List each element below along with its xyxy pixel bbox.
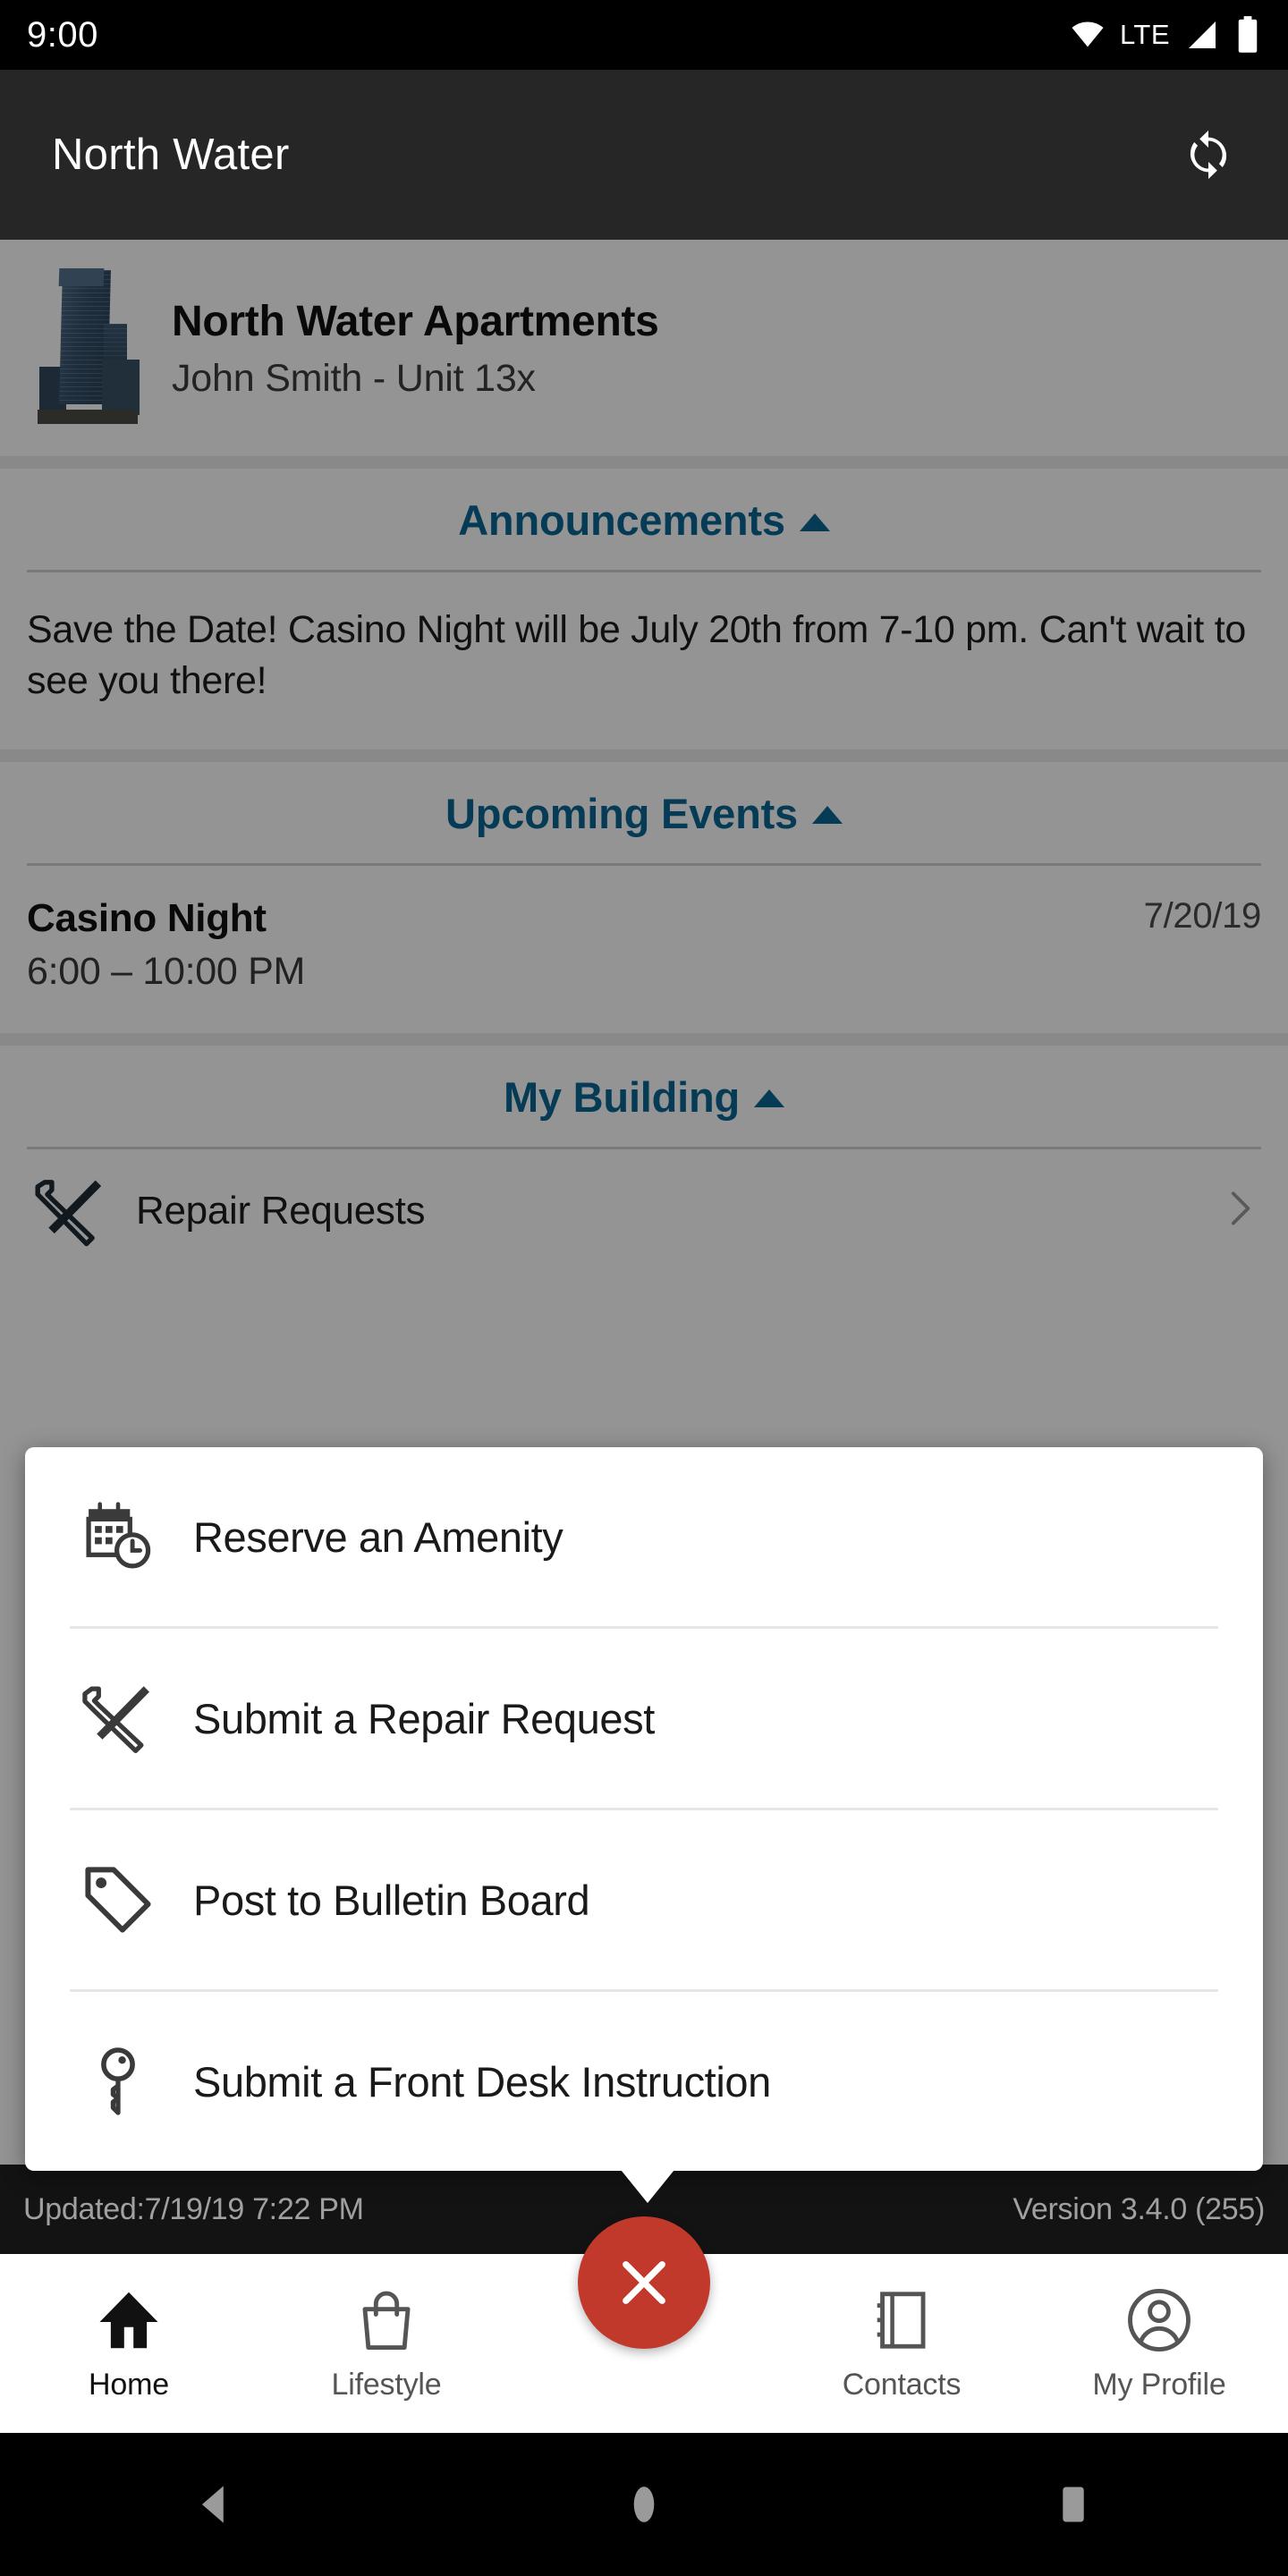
nav-item-lifestyle[interactable]: Lifestyle bbox=[258, 2285, 515, 2402]
recents-square-icon bbox=[1063, 2487, 1084, 2522]
wrench-screwdriver-icon bbox=[77, 1681, 159, 1756]
menu-item-front-desk-instruction[interactable]: Submit a Front Desk Instruction bbox=[25, 1992, 1263, 2171]
app-bar-title: North Water bbox=[52, 131, 290, 179]
back-triangle-icon bbox=[201, 2486, 224, 2523]
property-name: North Water Apartments bbox=[172, 298, 659, 345]
nav-item-label: Contacts bbox=[842, 2367, 962, 2402]
chevron-right-icon bbox=[1216, 1186, 1261, 1235]
menu-item-post-bulletin-board[interactable]: Post to Bulletin Board bbox=[25, 1810, 1263, 1989]
menu-item-label: Submit a Front Desk Instruction bbox=[193, 2057, 771, 2106]
calendar-clock-icon bbox=[77, 1499, 159, 1574]
property-header[interactable]: North Water Apartments John Smith - Unit… bbox=[0, 240, 1288, 456]
announcements-title: Announcements bbox=[458, 496, 785, 544]
menu-item-label: Submit a Repair Request bbox=[193, 1694, 655, 1742]
close-menu-fab[interactable] bbox=[578, 2216, 710, 2349]
cellular-signal-icon bbox=[1189, 21, 1216, 48]
app-bar-actions bbox=[1181, 127, 1236, 182]
menu-item-label: Post to Bulletin Board bbox=[193, 1876, 590, 1924]
android-back-button[interactable] bbox=[0, 2481, 429, 2528]
home-icon bbox=[99, 2292, 158, 2348]
shopping-bag-icon bbox=[362, 2291, 411, 2350]
wifi-icon bbox=[1072, 21, 1104, 47]
nav-item-label: Lifestyle bbox=[331, 2367, 442, 2402]
last-updated-label: Updated:7/19/19 7:22 PM bbox=[23, 2191, 364, 2226]
status-bar-icons: LTE bbox=[1070, 15, 1261, 55]
section-announcements: Announcements Save the Date! Casino Nigh… bbox=[0, 469, 1288, 750]
section-divider bbox=[0, 749, 1288, 762]
event-time: 6:00 – 10:00 PM bbox=[27, 949, 306, 993]
my-building-header[interactable]: My Building bbox=[0, 1046, 1288, 1147]
event-title: Casino Night bbox=[27, 895, 267, 940]
event-list-item[interactable]: Casino Night 6:00 – 10:00 PM 7/20/19 bbox=[0, 866, 1288, 1030]
app-version-label: Version 3.4.0 (255) bbox=[1013, 2191, 1265, 2226]
battery-icon bbox=[1238, 16, 1258, 53]
nav-item-label: My Profile bbox=[1092, 2367, 1226, 2402]
status-bar-clock: 9:00 bbox=[27, 14, 98, 55]
caret-up-icon[interactable] bbox=[811, 806, 843, 824]
menu-item-reserve-amenity[interactable]: Reserve an Amenity bbox=[25, 1447, 1263, 1626]
repair-requests-label: Repair Requests bbox=[136, 1188, 426, 1233]
android-home-button[interactable] bbox=[429, 2481, 859, 2528]
network-type-label: LTE bbox=[1119, 19, 1170, 50]
nav-item-my-profile[interactable]: My Profile bbox=[1030, 2285, 1288, 2402]
announcement-text: Save the Date! Casino Night will be July… bbox=[27, 608, 1246, 702]
refresh-sync-icon[interactable] bbox=[1181, 127, 1236, 182]
section-my-building: My Building Repair Requests bbox=[0, 1045, 1288, 1276]
close-x-icon bbox=[623, 2261, 665, 2304]
upcoming-events-header[interactable]: Upcoming Events bbox=[0, 762, 1288, 863]
nav-item-label: Home bbox=[89, 2367, 169, 2402]
event-date: 7/20/19 bbox=[1143, 895, 1262, 936]
resident-unit: John Smith - Unit 13x bbox=[172, 357, 536, 400]
quick-action-popup-menu: Reserve an Amenity Submit a Repair Reque… bbox=[25, 1447, 1263, 2171]
key-icon bbox=[77, 2044, 159, 2119]
home-circle-icon bbox=[633, 2487, 655, 2522]
android-recents-button[interactable] bbox=[859, 2481, 1288, 2528]
section-upcoming-events: Upcoming Events Casino Night 6:00 – 10:0… bbox=[0, 761, 1288, 1033]
status-bar: 9:00 LTE bbox=[0, 0, 1288, 70]
nav-item-contacts[interactable]: Contacts bbox=[773, 2285, 1030, 2402]
wrench-screwdriver-icon bbox=[27, 1173, 113, 1250]
building-thumbnail bbox=[36, 268, 141, 429]
address-book-icon bbox=[877, 2291, 926, 2349]
section-divider bbox=[0, 456, 1288, 469]
repair-requests-row[interactable]: Repair Requests bbox=[0, 1149, 1288, 1273]
price-tag-icon bbox=[77, 1862, 159, 1937]
section-divider bbox=[0, 1032, 1288, 1046]
nav-item-home[interactable]: Home bbox=[0, 2285, 258, 2402]
announcements-header[interactable]: Announcements bbox=[0, 469, 1288, 570]
caret-up-icon[interactable] bbox=[799, 513, 830, 531]
property-text: North Water Apartments John Smith - Unit… bbox=[172, 297, 659, 401]
menu-item-label: Reserve an Amenity bbox=[193, 1513, 564, 1561]
popup-pointer-arrow bbox=[610, 2157, 685, 2203]
upcoming-events-title: Upcoming Events bbox=[445, 789, 798, 837]
android-navigation-bar bbox=[0, 2433, 1288, 2576]
phone-screen: 9:00 LTE North Water North Water Apartme… bbox=[0, 0, 1288, 2576]
my-building-title: My Building bbox=[503, 1072, 741, 1121]
menu-item-submit-repair-request[interactable]: Submit a Repair Request bbox=[25, 1629, 1263, 1808]
caret-up-icon[interactable] bbox=[754, 1089, 785, 1107]
person-circle-icon bbox=[1128, 2288, 1191, 2351]
app-bar: North Water bbox=[0, 70, 1288, 240]
